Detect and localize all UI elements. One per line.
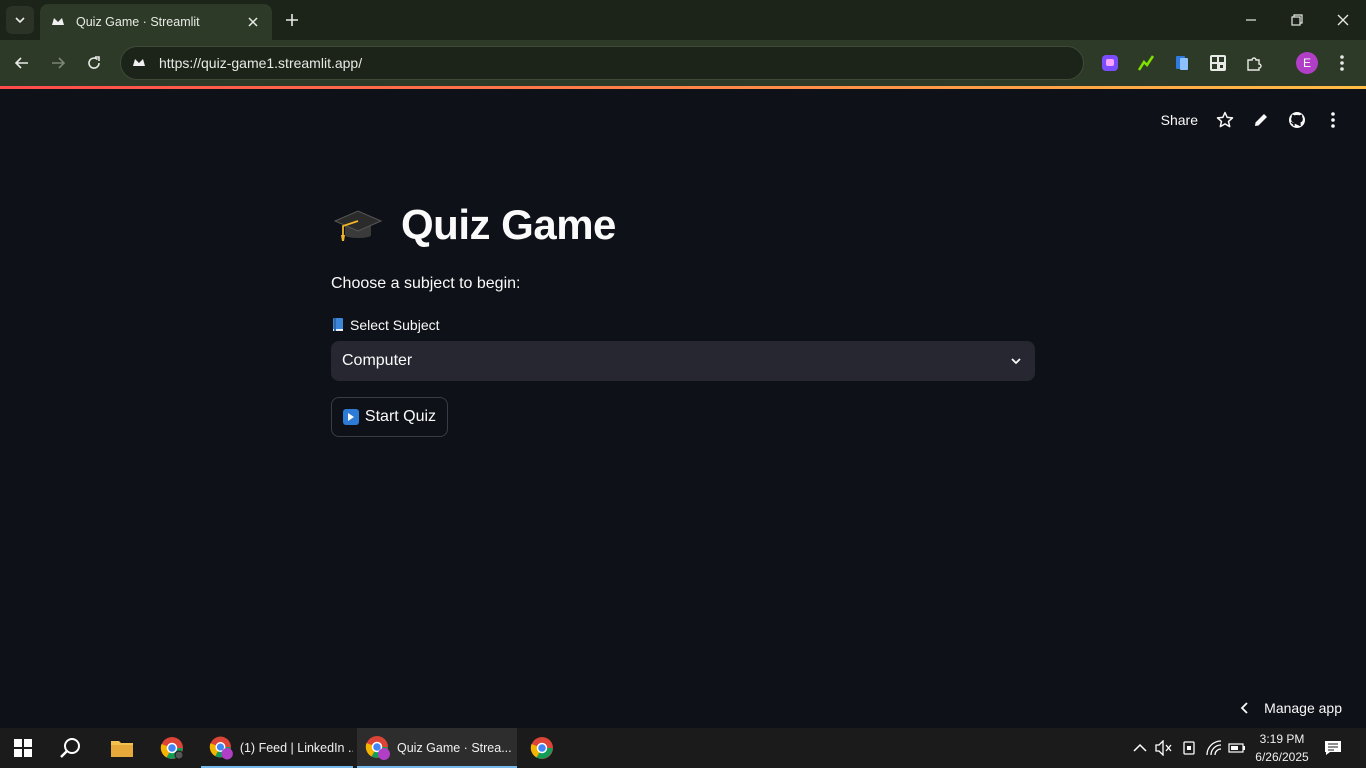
edit-pencil-icon[interactable] <box>1252 111 1270 129</box>
chrome-taskbar-button-2[interactable] <box>530 728 556 768</box>
search-button[interactable] <box>60 728 84 768</box>
main-content: Quiz Game Choose a subject to begin: Sel… <box>331 201 1035 437</box>
restore-icon <box>1291 14 1303 26</box>
battery-button[interactable] <box>1228 728 1246 768</box>
taskbar-app-quiz-game[interactable]: Quiz Game · Strea... <box>357 728 517 768</box>
taskbar-app-label: Quiz Game · Strea... <box>397 741 512 755</box>
taskbar-app-linkedin[interactable]: (1) Feed | LinkedIn ... <box>201 728 353 768</box>
new-tab-button[interactable] <box>282 10 302 30</box>
chrome-icon <box>160 737 184 760</box>
chart-extension-icon <box>1137 55 1155 71</box>
arrow-right-icon <box>52 57 66 69</box>
tab-search-button[interactable] <box>6 6 34 34</box>
manage-app-label: Manage app <box>1264 700 1342 716</box>
chrome-icon <box>530 737 553 759</box>
play-icon <box>342 409 359 425</box>
browser-menu-button[interactable] <box>1331 52 1353 74</box>
select-value: Computer <box>342 352 413 369</box>
main-menu-icon[interactable] <box>1324 111 1342 129</box>
graduation-cap-icon <box>331 202 385 248</box>
profile-initial: E <box>1302 56 1311 70</box>
show-hidden-icons[interactable] <box>1132 728 1148 768</box>
page-header: Quiz Game <box>331 201 1035 249</box>
arrow-left-icon <box>14 57 28 69</box>
folder-icon <box>111 741 133 757</box>
tab-title: Quiz Game · Streamlit <box>76 15 200 29</box>
document-extension-icon <box>1176 56 1188 70</box>
close-tab-icon[interactable] <box>244 13 262 31</box>
clock-date: 6/26/2025 <box>1255 750 1309 764</box>
extension-3[interactable] <box>1171 52 1193 74</box>
reload-icon <box>88 56 100 69</box>
browser-toolbar: https://quiz-game1.streamlit.app/ E <box>0 40 1366 86</box>
taskbar: (1) Feed | LinkedIn ... Quiz Game · Stre… <box>0 728 1366 768</box>
manage-app-button[interactable]: Manage app <box>1240 700 1342 716</box>
star-icon[interactable] <box>1216 111 1234 129</box>
close-window-button[interactable] <box>1328 6 1358 34</box>
clock-time: 3:19 PM <box>1259 732 1305 746</box>
wifi-icon <box>1206 740 1222 756</box>
extension-2[interactable] <box>1135 52 1157 74</box>
more-vertical-icon <box>1340 55 1344 71</box>
github-icon[interactable] <box>1288 111 1306 129</box>
tab-quiz-game[interactable]: Quiz Game · Streamlit <box>40 4 272 40</box>
chat-extension-icon <box>1102 55 1118 71</box>
restore-button[interactable] <box>1282 6 1312 34</box>
chrome-profile-icon <box>209 736 233 760</box>
device-icon <box>1183 741 1195 755</box>
device-button[interactable] <box>1181 728 1197 768</box>
reload-button[interactable] <box>81 50 107 76</box>
page-title: Quiz Game <box>401 201 616 248</box>
volume-button[interactable] <box>1155 728 1173 768</box>
start-quiz-button[interactable]: Start Quiz <box>331 397 448 437</box>
extension-4[interactable] <box>1207 52 1229 74</box>
network-button[interactable] <box>1205 728 1223 768</box>
chevron-down-icon <box>1011 358 1021 365</box>
chevron-left-icon <box>1240 702 1248 714</box>
app-toolbar: Share <box>1161 111 1342 129</box>
chrome-taskbar-button[interactable] <box>160 728 186 768</box>
minimize-button[interactable] <box>1236 6 1266 34</box>
taskbar-app-label: (1) Feed | LinkedIn ... <box>239 741 353 755</box>
subject-select[interactable]: Computer <box>331 341 1035 381</box>
clock[interactable]: 3:19 PM 6/26/2025 <box>1250 730 1314 766</box>
select-label-text: Select Subject <box>350 317 440 333</box>
start-quiz-label: Start Quiz <box>364 408 437 425</box>
blue-book-icon <box>331 318 345 332</box>
site-info-icon[interactable] <box>131 55 147 71</box>
back-button[interactable] <box>9 50 35 76</box>
close-icon <box>1337 14 1349 26</box>
instruction-text: Choose a subject to begin: <box>331 275 521 292</box>
search-icon <box>60 738 80 758</box>
profile-avatar[interactable]: E <box>1296 52 1318 74</box>
minimize-icon <box>1246 19 1256 21</box>
forward-button[interactable] <box>45 50 71 76</box>
browser-tab-strip: Quiz Game · Streamlit <box>0 0 1366 40</box>
notifications-button[interactable] <box>1323 728 1343 768</box>
chevron-down-icon <box>15 17 25 24</box>
notification-icon <box>1325 741 1341 755</box>
url-text: https://quiz-game1.streamlit.app/ <box>159 55 363 71</box>
puzzle-icon <box>1247 57 1262 71</box>
plus-icon <box>286 14 298 26</box>
streamlit-favicon-icon <box>50 14 66 30</box>
extension-1[interactable] <box>1099 52 1121 74</box>
streamlit-app: Share Quiz Game Choose a subject to begi… <box>0 89 1366 728</box>
chevron-up-icon <box>1133 743 1147 752</box>
qr-code-icon <box>1210 55 1226 71</box>
address-bar[interactable]: https://quiz-game1.streamlit.app/ <box>120 46 1084 80</box>
volume-muted-icon <box>1155 740 1172 756</box>
extensions-menu-button[interactable] <box>1243 52 1265 74</box>
select-label: Select Subject <box>331 317 1035 333</box>
chrome-profile-icon <box>365 736 390 760</box>
file-explorer-button[interactable] <box>110 728 136 768</box>
start-button[interactable] <box>14 728 36 768</box>
battery-icon <box>1228 743 1245 753</box>
share-button[interactable]: Share <box>1161 112 1198 128</box>
windows-logo-icon <box>14 739 32 757</box>
